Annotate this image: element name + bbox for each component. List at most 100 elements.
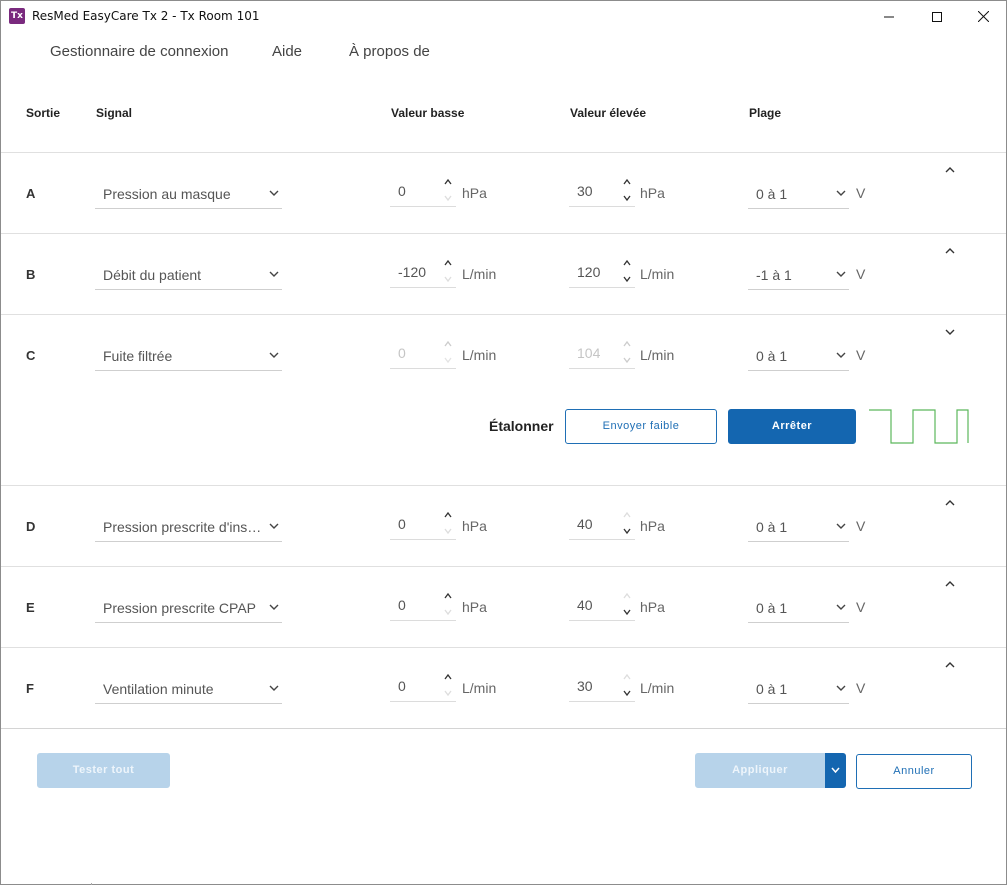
low-value-input[interactable]: 0	[390, 510, 456, 540]
chevron-down-icon	[836, 190, 846, 196]
range-value: 0 à 1	[756, 681, 788, 697]
decrement-icon[interactable]	[622, 607, 632, 617]
chevron-down-icon	[831, 767, 840, 774]
header-output: Sortie	[26, 106, 61, 120]
range-select[interactable]: 0 à 1	[748, 593, 849, 623]
low-value: -120	[398, 264, 427, 280]
row-letter: B	[26, 267, 36, 282]
range-unit: V	[856, 266, 866, 282]
low-unit: L/min	[462, 266, 497, 282]
decrement-icon[interactable]	[443, 607, 453, 617]
send-low-button[interactable]: Envoyer faible	[565, 409, 717, 444]
increment-icon[interactable]	[622, 177, 632, 187]
increment-icon[interactable]	[443, 672, 453, 682]
header-high-value: Valeur élevée	[570, 106, 647, 120]
high-value-input[interactable]: 40	[569, 591, 635, 621]
increment-icon[interactable]	[622, 672, 632, 682]
cancel-button[interactable]: Annuler	[856, 754, 972, 789]
output-row-b: B Débit du patient -120 L/min 120 L/min …	[1, 234, 1006, 314]
chevron-up-icon[interactable]	[943, 246, 957, 256]
range-unit: V	[856, 185, 866, 201]
range-value: -1 à 1	[756, 267, 792, 283]
low-value-input[interactable]: 0	[390, 177, 456, 207]
signal-select[interactable]: Débit du patient	[95, 260, 282, 290]
app-logo-text: Tx	[11, 11, 23, 21]
close-button[interactable]	[960, 1, 1006, 32]
signal-select[interactable]: Pression prescrite CPAP	[95, 593, 282, 623]
range-select[interactable]: -1 à 1	[748, 260, 849, 290]
low-value-input[interactable]: 0	[390, 591, 456, 621]
decrement-icon[interactable]	[622, 526, 632, 536]
range-select[interactable]: 0 à 1	[748, 512, 849, 542]
high-value-input[interactable]: 30	[569, 672, 635, 702]
low-value-input[interactable]: 0	[390, 672, 456, 702]
signal-select[interactable]: Pression prescrite d'insp…	[95, 512, 282, 542]
decrement-icon[interactable]	[443, 688, 453, 698]
chevron-down-icon	[269, 523, 279, 529]
decrement-icon[interactable]	[443, 274, 453, 284]
decrement-icon[interactable]	[622, 274, 632, 284]
range-unit: V	[856, 347, 866, 363]
minimize-button[interactable]	[866, 1, 912, 32]
low-value-input[interactable]: -120	[390, 258, 456, 288]
apply-button[interactable]: Appliquer	[695, 753, 825, 788]
increment-icon[interactable]	[443, 258, 453, 268]
high-value: 104	[577, 345, 601, 361]
signal-value: Pression prescrite d'insp…	[103, 519, 269, 535]
decrement-icon[interactable]	[443, 193, 453, 203]
signal-select[interactable]: Ventilation minute	[95, 674, 282, 704]
decrement-icon[interactable]	[443, 526, 453, 536]
high-value-input[interactable]: 120	[569, 258, 635, 288]
close-icon	[977, 11, 989, 22]
range-select[interactable]: 0 à 1	[748, 674, 849, 704]
chevron-up-icon[interactable]	[943, 165, 957, 175]
apply-options-button[interactable]	[825, 753, 846, 788]
output-row-f: F Ventilation minute 0 L/min 30 L/min 0 …	[1, 648, 1006, 728]
increment-icon	[444, 340, 452, 347]
increment-icon[interactable]	[443, 591, 453, 601]
chevron-up-icon[interactable]	[943, 660, 957, 670]
chevron-down-icon	[836, 271, 846, 277]
chevron-down-icon	[836, 685, 846, 691]
chevron-up-icon[interactable]	[943, 579, 957, 589]
high-value: 30	[577, 678, 593, 694]
menu-about[interactable]: À propos de	[349, 43, 430, 60]
chevron-down-icon	[269, 604, 279, 610]
menu-connection-manager[interactable]: Gestionnaire de connexion	[50, 43, 228, 60]
app-window: Tx ResMed EasyCare Tx 2 - Tx Room 101 Ge…	[0, 0, 1007, 885]
menu-help[interactable]: Aide	[272, 43, 302, 60]
maximize-button[interactable]	[914, 1, 960, 32]
low-value: 0	[398, 183, 406, 199]
test-all-button[interactable]: Tester tout	[37, 753, 170, 788]
high-unit: hPa	[640, 185, 665, 201]
low-unit: hPa	[462, 185, 487, 201]
low-value: 0	[398, 345, 406, 361]
row-letter: E	[26, 600, 35, 615]
increment-icon[interactable]	[622, 591, 632, 601]
signal-value: Pression au masque	[103, 186, 231, 202]
increment-icon[interactable]	[622, 510, 632, 520]
range-value: 0 à 1	[756, 186, 788, 202]
high-unit: L/min	[640, 680, 675, 696]
increment-icon[interactable]	[622, 258, 632, 268]
signal-value: Débit du patient	[103, 267, 202, 283]
range-select[interactable]: 0 à 1	[748, 179, 849, 209]
decrement-icon[interactable]	[622, 688, 632, 698]
chevron-down-icon[interactable]	[943, 327, 957, 337]
increment-icon[interactable]	[443, 510, 453, 520]
stop-button[interactable]: Arrêter	[728, 409, 856, 444]
high-value-input[interactable]: 104	[569, 339, 635, 369]
high-value-input[interactable]: 40	[569, 510, 635, 540]
increment-icon[interactable]	[443, 177, 453, 187]
row-letter: F	[26, 681, 34, 696]
signal-select[interactable]: Pression au masque	[95, 179, 282, 209]
low-value-input[interactable]: 0	[390, 339, 456, 369]
output-row-c: C Fuite filtrée 0 L/min 104 L/min 0 à 1 …	[1, 315, 1006, 485]
chevron-down-icon	[836, 604, 846, 610]
signal-select[interactable]: Fuite filtrée	[95, 341, 282, 371]
chevron-up-icon[interactable]	[943, 498, 957, 508]
decrement-icon[interactable]	[622, 193, 632, 203]
range-select[interactable]: 0 à 1	[748, 341, 849, 371]
output-row-e: E Pression prescrite CPAP 0 hPa 40 hPa 0…	[1, 567, 1006, 647]
high-value-input[interactable]: 30	[569, 177, 635, 207]
